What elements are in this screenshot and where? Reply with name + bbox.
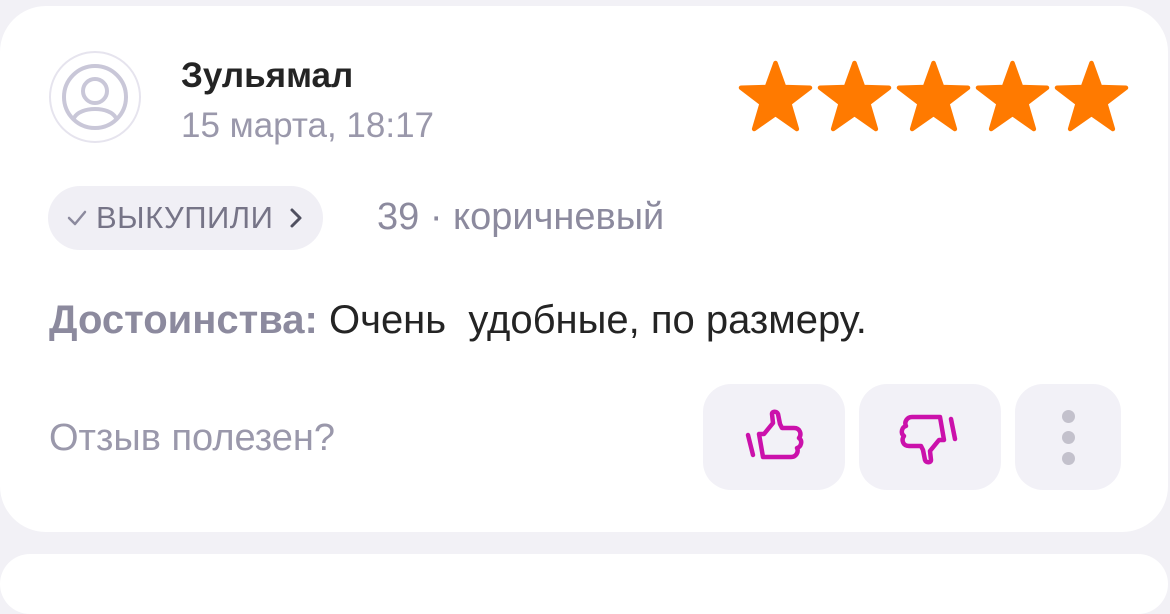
review-card: Зульямал 15 марта, 18:17 ВЫКУПИЛИ 39 · к…	[0, 6, 1168, 532]
dot	[1061, 451, 1075, 465]
avatar	[49, 51, 141, 143]
review-date: 15 марта, 18:17	[181, 106, 435, 145]
next-review-card	[0, 554, 1168, 614]
star-icon	[975, 60, 1050, 132]
star-icon	[896, 60, 971, 132]
more-options-button[interactable]	[1015, 384, 1121, 490]
pros-text: Очень удобные, по размеру.	[328, 298, 867, 342]
pros-label: Достоинства:	[49, 298, 318, 342]
checkmark-icon	[67, 210, 87, 226]
product-variant: 39 · коричневый	[377, 196, 665, 238]
dot	[1061, 430, 1075, 444]
star-icon	[1054, 60, 1129, 132]
star-icon	[817, 60, 892, 132]
rating-stars	[738, 60, 1129, 132]
like-button[interactable]	[703, 384, 845, 490]
helpful-question: Отзыв полезен?	[49, 417, 336, 459]
thumbs-up-icon	[745, 409, 804, 460]
thumbs-down-icon	[899, 414, 958, 465]
dislike-button[interactable]	[859, 384, 1001, 490]
review-author: Зульямал	[181, 56, 354, 95]
dot	[1061, 409, 1075, 423]
purchased-badge[interactable]: ВЫКУПИЛИ	[48, 186, 324, 250]
chevron-right-icon	[290, 208, 302, 228]
user-placeholder-icon	[62, 64, 128, 130]
more-vertical-icon	[1061, 409, 1075, 465]
star-icon	[738, 60, 813, 132]
badge-label: ВЫКУПИЛИ	[96, 200, 274, 235]
review-pros: Достоинства: Очень удобные, по размеру.	[49, 298, 867, 343]
